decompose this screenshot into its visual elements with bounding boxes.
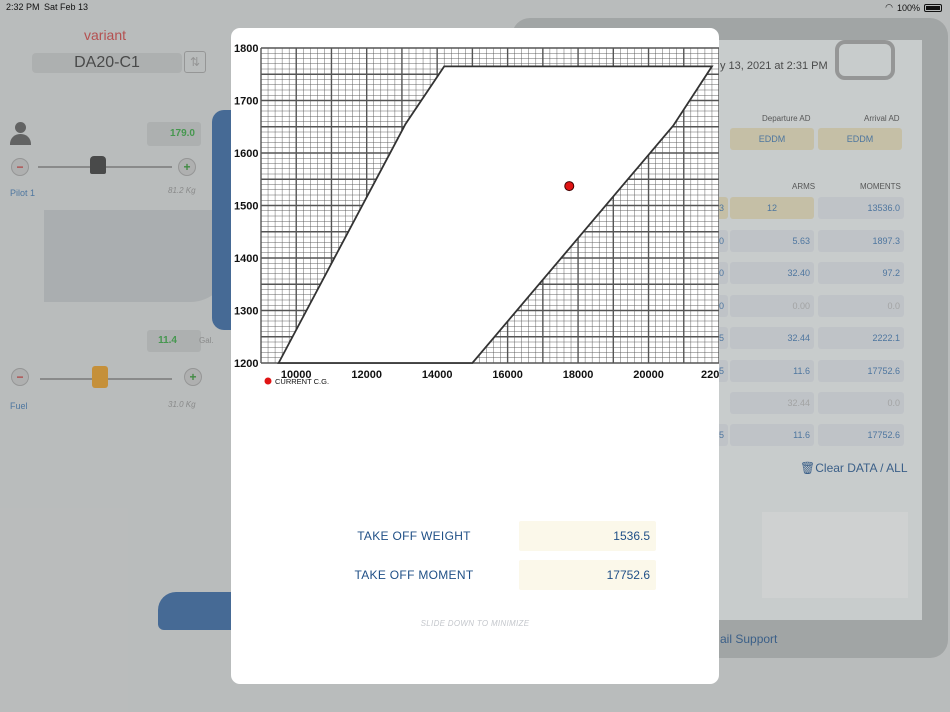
takeoff-weight-label: TAKE OFF WEIGHT <box>357 529 471 543</box>
takeoff-weight-row: TAKE OFF WEIGHT 1536.5 <box>289 521 659 551</box>
y-tick-label: 1800 <box>234 43 258 55</box>
y-tick-label: 1700 <box>234 96 258 108</box>
status-bar: 2:32 PM Sat Feb 13 ◠ 100% <box>0 0 950 14</box>
wifi-icon: ◠ <box>885 2 893 12</box>
takeoff-weight-value: 1536.5 <box>519 521 656 551</box>
takeoff-moment-value: 17752.6 <box>519 560 656 590</box>
x-tick-label: 18000 <box>563 369 594 381</box>
status-date: Sat Feb 13 <box>44 2 89 12</box>
x-tick-label: 2200 <box>701 369 719 381</box>
status-right: ◠ 100% <box>885 2 942 13</box>
takeoff-moment-row: TAKE OFF MOMENT 17752.6 <box>289 560 659 590</box>
battery-icon <box>924 3 942 12</box>
takeoff-moment-label: TAKE OFF MOMENT <box>354 568 474 582</box>
battery-percent: 100% <box>896 2 920 13</box>
slide-down-hint: SLIDE DOWN TO MINIMIZE <box>420 619 530 628</box>
y-tick-label: 1400 <box>234 253 258 265</box>
legend-marker <box>264 377 272 385</box>
x-tick-label: 20000 <box>633 369 664 381</box>
status-time: 2:32 PM <box>6 2 40 12</box>
x-tick-label: 12000 <box>351 369 382 381</box>
legend-label: CURRENT C.G. <box>275 377 329 386</box>
x-tick-label: 16000 <box>492 369 523 381</box>
y-tick-label: 1500 <box>234 201 258 213</box>
y-tick-label: 1300 <box>234 306 258 318</box>
cg-envelope-modal[interactable]: 1800 1700 1600 1500 1400 1300 1200 10000 12000 14… <box>231 28 719 684</box>
current-cg-point <box>564 181 575 192</box>
x-tick-label: 14000 <box>422 369 453 381</box>
cg-envelope-chart: 180017001600150014001300120010000 12000 14… <box>234 43 719 386</box>
y-tick-label: 1200 <box>234 358 258 370</box>
y-tick-label: 1600 <box>234 148 258 160</box>
